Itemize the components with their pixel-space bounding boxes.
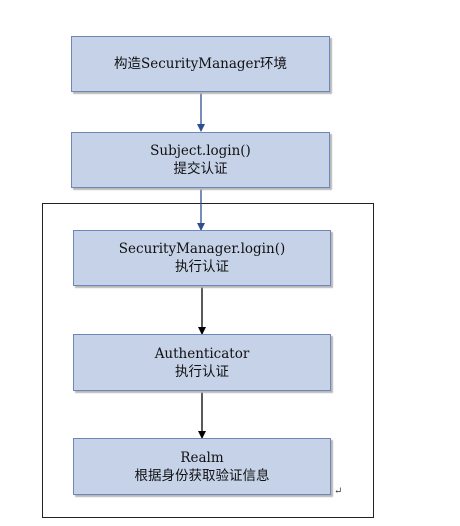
paragraph-mark-icon: ↵	[334, 486, 343, 497]
step-realm: Realm 根据身份获取验证信息	[73, 438, 331, 495]
step-subject-login: Subject.login() 提交认证	[71, 132, 330, 188]
step-line1: 构造SecurityManager环境	[113, 56, 287, 72]
step-securitymanager-login: SecurityManager.login() 执行认证	[73, 230, 331, 286]
step-line1: Subject.login()	[150, 143, 251, 159]
step-line2: 根据身份获取验证信息	[134, 467, 270, 484]
step-authenticator: Authenticator 执行认证	[73, 334, 331, 391]
step-build-securitymanager-env: 构造SecurityManager环境	[71, 36, 330, 92]
step-line1: SecurityManager.login()	[118, 241, 286, 257]
step-line2: 执行认证	[175, 259, 229, 275]
step-line1: Realm	[180, 449, 224, 466]
step-line1: Authenticator	[154, 345, 250, 362]
step-line2: 提交认证	[173, 161, 228, 177]
step-line2: 执行认证	[175, 363, 229, 380]
